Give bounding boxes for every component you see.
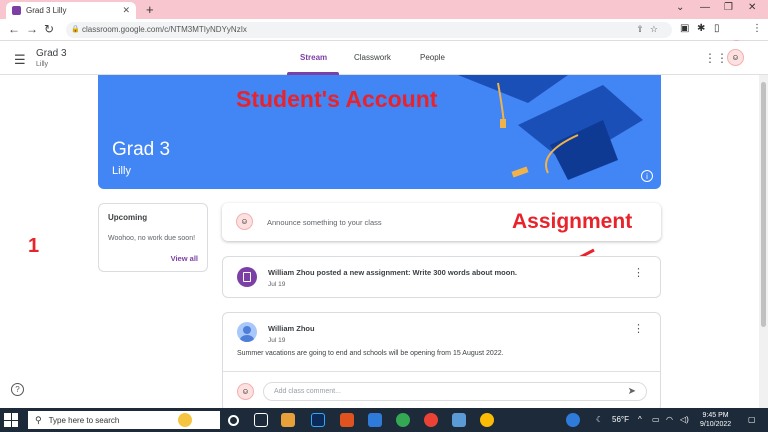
assignment-icon xyxy=(237,267,257,287)
minimize-icon[interactable]: — xyxy=(700,2,710,13)
new-tab-button[interactable]: + xyxy=(146,2,154,17)
lock-icon: 🔒 xyxy=(71,26,80,33)
assignment-post-date: Jul 19 xyxy=(268,281,286,288)
office-icon[interactable] xyxy=(340,413,354,427)
upcoming-card: Upcoming Woohoo, no work due soon! View … xyxy=(98,203,208,272)
search-icon: ⚲ xyxy=(35,414,42,425)
announce-placeholder: Announce something to your class xyxy=(267,218,382,227)
close-window-icon[interactable]: ✕ xyxy=(748,2,756,13)
post-date: Jul 19 xyxy=(268,337,286,344)
assignment-annotation-label: Assignment xyxy=(512,210,633,233)
file-explorer-icon[interactable] xyxy=(281,413,295,427)
scrollbar-thumb[interactable] xyxy=(761,82,766,327)
tray-chevron-icon[interactable]: ^ xyxy=(638,415,642,424)
bookmark-star-icon[interactable]: ☆ xyxy=(650,24,664,34)
chrome-profile-icon[interactable] xyxy=(424,413,438,427)
comment-placeholder: Add class comment... xyxy=(274,388,341,395)
task-view-icon[interactable] xyxy=(254,413,268,427)
clock-date: 9/10/2022 xyxy=(700,421,732,428)
classroom-favicon-icon xyxy=(12,6,21,15)
author-avatar-icon xyxy=(237,322,257,342)
announcement-post-card: William Zhou Jul 19 ⋮ Summer vacations a… xyxy=(222,312,661,412)
announce-avatar: ☺ xyxy=(236,213,253,230)
upcoming-text: Woohoo, no work due soon! xyxy=(108,235,196,242)
browser-tab-title: Grad 3 Lilly xyxy=(26,6,67,15)
classroom-header: ☰ Grad 3 Lilly Stream Classwork People ⋮… xyxy=(0,41,768,75)
maximize-icon[interactable]: ❐ xyxy=(724,2,733,13)
browser-tab-strip: Grad 3 Lilly ✕ + ⌄ — ❐ ✕ xyxy=(0,0,768,19)
tab-classwork[interactable]: Classwork xyxy=(354,53,391,62)
assignment-post-card[interactable]: William Zhou posted a new assignment: Wr… xyxy=(222,256,661,298)
windows-start-icon[interactable] xyxy=(4,413,18,427)
chrome-active-icon[interactable] xyxy=(480,413,494,427)
help-icon[interactable]: ? xyxy=(11,383,24,396)
upcoming-heading: Upcoming xyxy=(108,213,148,222)
store-icon[interactable] xyxy=(368,413,382,427)
url-text: classroom.google.com/c/NTM3MTIyNDYyNzIx xyxy=(82,25,247,34)
post-more-icon[interactable]: ⋮ xyxy=(633,268,644,279)
reload-icon[interactable]: ↻ xyxy=(44,22,54,36)
user-avatar[interactable]: ☺ xyxy=(727,49,744,66)
extension-icon[interactable]: ▣ xyxy=(680,23,689,34)
widget-icon[interactable] xyxy=(178,413,192,427)
post-author: William Zhou xyxy=(268,324,315,333)
photoshop-icon[interactable] xyxy=(311,413,325,427)
notification-icon[interactable]: ▢ xyxy=(748,415,756,424)
tab-stream[interactable]: Stream xyxy=(300,53,327,62)
help-tray-icon[interactable] xyxy=(566,413,580,427)
view-all-link[interactable]: View all xyxy=(171,254,198,263)
send-icon[interactable]: ➤ xyxy=(628,386,636,397)
info-icon[interactable]: i xyxy=(641,170,653,182)
wifi-icon[interactable]: ◠ xyxy=(666,415,673,424)
share-icon[interactable]: ⇪ xyxy=(636,24,650,34)
volume-icon[interactable]: ◁) xyxy=(680,415,689,424)
sidepanel-icon[interactable]: ▯ xyxy=(714,23,720,34)
header-class-section: Lilly xyxy=(36,61,49,68)
tab-search-chevron-icon[interactable]: ⌄ xyxy=(676,2,684,13)
puzzle-icon[interactable]: ✱ xyxy=(697,23,705,34)
address-bar[interactable]: 🔒 classroom.google.com/c/NTM3MTIyNDYyNzI… xyxy=(66,22,672,38)
comment-row: ☺ Add class comment... ➤ xyxy=(223,371,660,411)
weather-temp[interactable]: 56°F xyxy=(612,415,629,424)
browser-tab[interactable]: Grad 3 Lilly ✕ xyxy=(6,2,136,19)
cortana-icon[interactable] xyxy=(228,415,239,426)
close-tab-icon[interactable]: ✕ xyxy=(122,5,130,16)
network-icon[interactable]: ▭ xyxy=(652,415,660,424)
windows-taskbar: ⚲ Type here to search ☾ 56°F ^ ▭ ◠ ◁) 9:… xyxy=(0,408,768,432)
post-message: Summer vacations are going to end and sc… xyxy=(237,350,504,357)
banner-class-section: Lilly xyxy=(112,165,131,177)
forward-arrow-icon[interactable]: → xyxy=(26,22,38,36)
banner-class-title: Grad 3 xyxy=(112,139,171,160)
hamburger-menu-icon[interactable]: ☰ xyxy=(14,52,26,68)
assignment-post-text: William Zhou posted a new assignment: Wr… xyxy=(268,268,517,277)
overlay-annotation-title: Student's Account xyxy=(236,86,438,112)
browser-toolbar: ← → ↻ 🔒 classroom.google.com/c/NTM3MTIyN… xyxy=(0,19,768,53)
weather-moon-icon[interactable]: ☾ xyxy=(596,415,603,424)
tab-people[interactable]: People xyxy=(420,53,445,62)
comment-avatar: ☺ xyxy=(237,383,254,400)
post-more-icon[interactable]: ⋮ xyxy=(633,324,644,335)
notepad-icon[interactable] xyxy=(452,413,466,427)
header-class-name: Grad 3 xyxy=(36,48,67,59)
clock-time: 9:45 PM xyxy=(702,412,729,419)
side-number-annotation: 1 xyxy=(28,235,40,257)
taskbar-clock[interactable]: 9:45 PM 9/10/2022 xyxy=(700,411,731,429)
class-comment-input[interactable]: Add class comment... ➤ xyxy=(263,382,647,401)
taskbar-search-placeholder: Type here to search xyxy=(48,415,120,425)
back-arrow-icon[interactable]: ← xyxy=(8,22,20,36)
more-menu-icon[interactable]: ⋮ xyxy=(752,23,762,34)
chrome-icon[interactable] xyxy=(396,413,410,427)
